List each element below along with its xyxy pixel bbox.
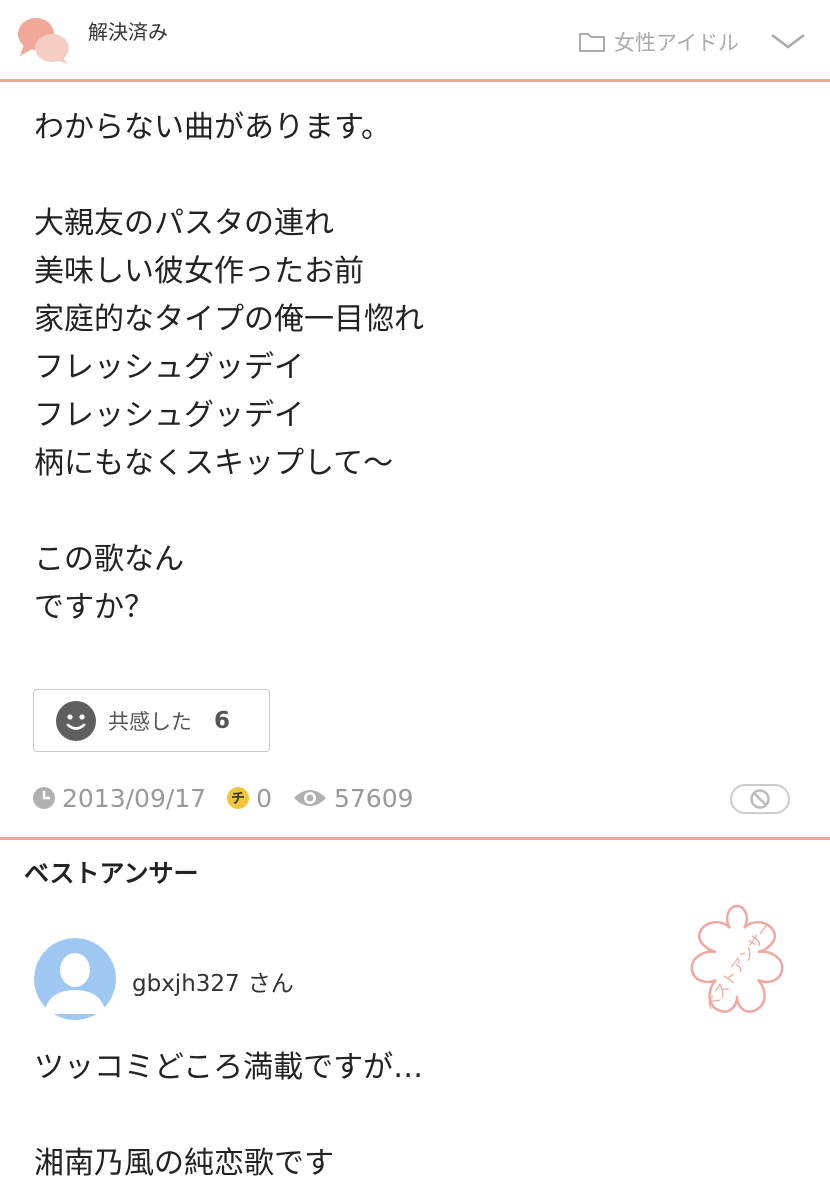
hide-button[interactable] [730,784,790,814]
question-header: 解決済み 女性アイドル [0,0,830,80]
question-line: フレッシュグッデイ [34,350,304,385]
empathy-label: 共感した [108,709,192,734]
chie-coin-icon: チ [227,787,250,809]
category-label: 女性アイドル [614,31,739,55]
answer-line: 湘南乃風の純恋歌です [34,1146,334,1181]
best-answer-stamp: ベストアンサー [690,904,784,1014]
answer-line [34,1092,794,1140]
user-honorific: さん [247,971,294,997]
smiley-face-icon [56,700,96,741]
question-line [34,488,794,536]
section-divider [0,837,830,840]
question-line: 柄にもなくスキップして〜 [34,446,394,481]
empathy-count: 6 [214,707,231,734]
question-line: この歌なん [34,542,184,577]
answerer-name[interactable]: gbxjh327 さん [132,964,294,998]
empathy-button[interactable]: 共感した 6 [33,689,270,752]
question-line: ですか？ [34,590,154,625]
question-line [34,152,794,200]
user-id: gbxjh327 [132,971,240,997]
prohibited-icon [750,789,770,809]
header-divider [0,79,830,82]
chat-bubbles-icon [18,18,69,64]
view-count: 57609 [334,783,414,813]
post-date: 2013/09/17 [62,783,207,813]
svg-text:チ: チ [231,791,245,807]
clock-icon [33,787,55,809]
answer-body: ツッコミどころ満載ですが… 湘南乃風の純恋歌です [34,1044,794,1188]
best-answer-title: ベストアンサー [24,859,199,888]
avatar[interactable] [34,938,116,1020]
category-link[interactable]: 女性アイドル [578,28,739,56]
status-label: 解決済み [88,20,168,44]
question-line: フレッシュグッデイ [34,398,304,433]
question-line: 美味しい彼女作ったお前 [34,254,364,289]
answer-line: ツッコミどころ満載ですが… [34,1050,424,1085]
question-line: 家庭的なタイプの俺一目惚れ [34,302,424,337]
coin-count: 0 [256,783,272,813]
question-line: 大親友のパスタの連れ [34,206,334,241]
question-line: わからない曲があります。 [34,110,391,145]
chevron-down-icon[interactable] [768,30,808,52]
folder-icon [579,33,605,52]
eye-icon [294,790,326,806]
question-meta: 2013/09/17 チ 0 57609 [32,780,414,816]
question-body: わからない曲があります。 大親友のパスタの連れ 美味しい彼女作ったお前 家庭的な… [34,104,794,632]
